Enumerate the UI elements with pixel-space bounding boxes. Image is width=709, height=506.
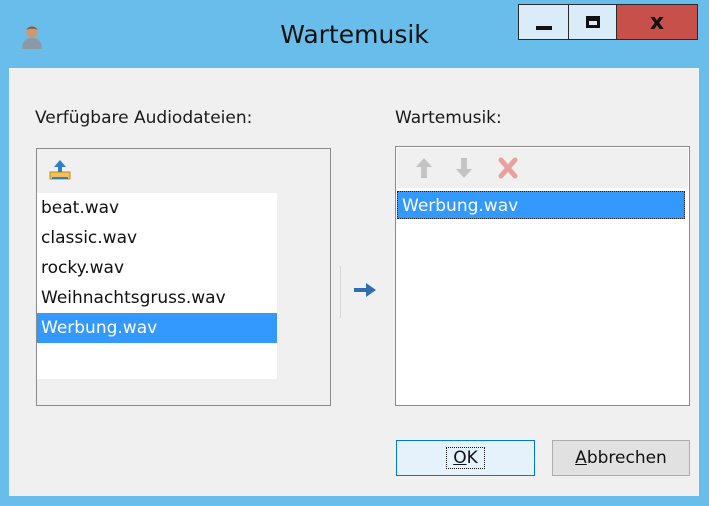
dialog-window: Wartemusik x Verfügbare Audiodateien: Wa… [0, 0, 709, 506]
list-item-selected[interactable]: Werbung.wav [397, 191, 685, 219]
arrow-up-icon[interactable] [413, 156, 435, 180]
hold-music-toolbar [397, 148, 688, 188]
ok-button[interactable]: OK [396, 440, 535, 476]
list-item[interactable]: classic.wav [37, 223, 277, 253]
cancel-button-label: Abbrechen [575, 448, 667, 468]
delete-icon[interactable] [497, 156, 519, 180]
close-icon: x [649, 9, 665, 35]
list-item[interactable]: beat.wav [37, 193, 277, 223]
arrow-down-icon[interactable] [453, 156, 475, 180]
maximize-button[interactable] [568, 4, 617, 40]
list-item[interactable]: Weihnachtsgruss.wav [37, 283, 277, 313]
available-files-panel: beat.wav classic.wav rocky.wav Weihnacht… [36, 148, 331, 406]
cancel-rest: bbrechen [586, 448, 667, 468]
minimize-button[interactable] [518, 4, 568, 40]
divider [340, 266, 341, 318]
cancel-button[interactable]: Abbrechen [552, 440, 690, 476]
hold-music-list[interactable]: Werbung.wav [397, 191, 688, 219]
available-files-label: Verfügbare Audiodateien: [35, 108, 253, 128]
ok-mnemonic: O [453, 448, 467, 468]
minimize-icon [535, 26, 552, 30]
list-item[interactable]: rocky.wav [37, 253, 277, 283]
ok-rest: K [466, 448, 478, 468]
cancel-mnemonic: A [575, 448, 587, 468]
list-item-selected[interactable]: Werbung.wav [37, 313, 277, 343]
available-files-toolbar [40, 152, 323, 190]
ok-button-label: OK [446, 447, 485, 469]
maximize-icon [585, 16, 600, 28]
arrow-right-icon[interactable] [352, 280, 378, 300]
available-files-list[interactable]: beat.wav classic.wav rocky.wav Weihnacht… [37, 193, 277, 379]
hold-music-panel: Werbung.wav [395, 146, 690, 406]
dialog-body: Verfügbare Audiodateien: Wartemusik: bea… [9, 68, 699, 496]
title-bar[interactable]: Wartemusik x [0, 0, 709, 68]
hold-music-label: Wartemusik: [395, 108, 502, 128]
upload-icon[interactable] [48, 158, 72, 182]
close-button[interactable]: x [617, 4, 698, 40]
